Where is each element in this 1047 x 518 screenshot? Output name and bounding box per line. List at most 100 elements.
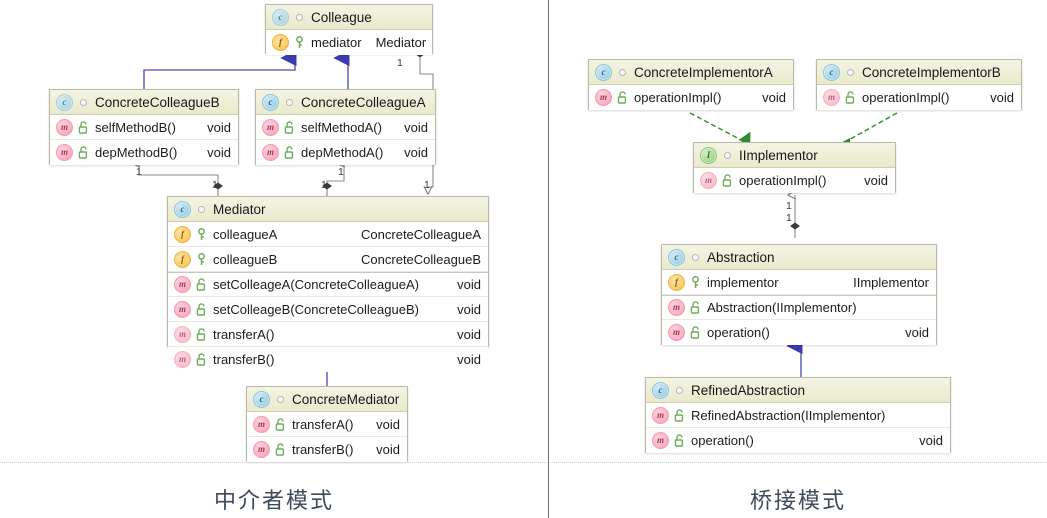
member-row[interactable]: m operationImpl() void	[817, 85, 1021, 110]
key-icon	[690, 275, 701, 289]
class-name: ConcreteImplementorA	[634, 64, 773, 80]
field-icon: f	[668, 273, 685, 291]
class-name: Abstraction	[707, 249, 775, 265]
member-name: selfMethodB()	[95, 119, 176, 135]
member-name: Abstraction(IImplementor)	[707, 300, 857, 315]
member-row[interactable]: m operationImpl() void	[589, 85, 793, 110]
member-row[interactable]: m setColleageB(ConcreteColleagueB) void	[168, 297, 488, 322]
member-row[interactable]: m Abstraction(IImplementor)	[662, 295, 936, 320]
class-header: c ConcreteColleagueA	[256, 90, 435, 115]
lock-open-icon	[690, 326, 701, 339]
member-name: colleagueA	[213, 226, 278, 242]
class-icon: c	[174, 200, 191, 218]
member-row[interactable]: m operation() void	[646, 428, 950, 453]
class-box-refined-abstraction[interactable]: c RefinedAbstraction m RefinedAbstractio…	[645, 377, 951, 453]
visibility-dot-icon	[847, 68, 854, 76]
class-box-abstraction[interactable]: c Abstraction f implementor IImplementor…	[661, 244, 937, 345]
lock-open-icon	[674, 408, 685, 422]
multiplicity-label: 1	[397, 57, 403, 69]
multiplicity-label: 1	[424, 179, 430, 191]
class-box-mediator[interactable]: c Mediator f colleagueA ConcreteColleagu…	[167, 196, 489, 372]
key-icon	[196, 227, 207, 241]
class-name: Colleague	[311, 9, 372, 25]
visibility-dot-icon	[296, 13, 303, 21]
field-icon: f	[174, 225, 191, 243]
method-icon: m	[652, 432, 669, 449]
class-header: c ConcreteMediator	[247, 387, 407, 412]
member-row[interactable]: m operation() void	[662, 320, 936, 345]
member-row[interactable]: f implementor IImplementor	[662, 270, 936, 295]
member-type: void	[457, 326, 481, 342]
lock-open-icon	[78, 120, 89, 134]
member-type: void	[376, 416, 400, 432]
member-row[interactable]: m transferA() void	[168, 322, 488, 347]
member-name: transferB()	[292, 442, 354, 457]
member-name: implementor	[707, 274, 779, 290]
member-row[interactable]: m operationImpl() void	[694, 168, 895, 193]
member-row[interactable]: f mediator Mediator	[266, 30, 432, 55]
class-header: c ConcreteColleagueB	[50, 90, 238, 115]
lock-open-icon	[275, 417, 286, 431]
lock-open-icon	[722, 174, 733, 187]
class-box-concrete-colleague-a[interactable]: c ConcreteColleagueA m selfMethodA() voi…	[255, 89, 436, 165]
member-row[interactable]: f colleagueA ConcreteColleagueA	[168, 222, 488, 247]
member-row[interactable]: f colleagueB ConcreteColleagueB	[168, 247, 488, 272]
member-type: void	[404, 119, 428, 135]
member-name: operationImpl()	[739, 173, 827, 188]
lock-open-icon	[617, 91, 628, 104]
member-row[interactable]: m transferB() void	[168, 347, 488, 372]
method-icon: m	[262, 144, 279, 161]
member-name: operation()	[707, 325, 770, 340]
class-box-concrete-implementor-a[interactable]: c ConcreteImplementorA m operationImpl()…	[588, 59, 794, 110]
method-icon: m	[56, 118, 73, 136]
member-row[interactable]: m selfMethodB() void	[50, 115, 238, 140]
multiplicity-label: 1	[338, 166, 344, 178]
member-type: void	[457, 301, 481, 317]
interface-name: IImplementor	[739, 147, 818, 163]
member-name: operationImpl()	[862, 90, 950, 105]
multiplicity-label: 1	[212, 179, 218, 191]
member-type: void	[990, 90, 1014, 105]
class-name: ConcreteMediator	[292, 391, 400, 407]
class-header: c Abstraction	[662, 245, 936, 270]
lock-open-icon	[845, 91, 856, 104]
multiplicity-label: 1	[786, 200, 792, 212]
member-row[interactable]: m transferB() void	[247, 437, 407, 462]
lock-open-icon	[196, 278, 207, 291]
member-row[interactable]: m RefinedAbstraction(IImplementor)	[646, 403, 950, 428]
interface-icon: I	[700, 146, 717, 164]
visibility-dot-icon	[80, 98, 87, 106]
field-icon: f	[174, 250, 191, 268]
visibility-dot-icon	[286, 98, 293, 106]
visibility-dot-icon	[692, 253, 699, 261]
member-row[interactable]: m depMethodA() void	[256, 140, 435, 165]
class-icon: c	[253, 390, 270, 408]
class-icon: c	[272, 8, 289, 26]
member-type: Mediator	[375, 35, 427, 50]
class-box-concrete-mediator[interactable]: c ConcreteMediator m transferA() void m …	[246, 386, 408, 462]
lock-open-icon	[78, 146, 89, 159]
class-box-concrete-implementor-b[interactable]: c ConcreteImplementorB m operationImpl()…	[816, 59, 1022, 110]
member-row[interactable]: m selfMethodA() void	[256, 115, 435, 140]
method-icon: m	[668, 324, 685, 341]
member-type: void	[376, 442, 400, 457]
member-row[interactable]: m depMethodB() void	[50, 140, 238, 165]
member-name: RefinedAbstraction(IImplementor)	[691, 407, 886, 423]
member-type: void	[457, 352, 481, 367]
method-icon: m	[174, 276, 191, 293]
method-icon: m	[174, 325, 191, 343]
method-icon: m	[668, 299, 685, 316]
method-icon: m	[56, 144, 73, 161]
class-box-iimplementor[interactable]: I IImplementor m operationImpl() void	[693, 142, 896, 193]
member-row[interactable]: m setColleageA(ConcreteColleagueA) void	[168, 272, 488, 297]
method-icon: m	[253, 415, 270, 433]
class-header: c Mediator	[168, 197, 488, 222]
class-icon: c	[823, 63, 840, 81]
class-box-concrete-colleague-b[interactable]: c ConcreteColleagueB m selfMethodB() voi…	[49, 89, 239, 165]
member-row[interactable]: m transferA() void	[247, 412, 407, 437]
method-icon: m	[174, 351, 191, 368]
method-icon: m	[823, 89, 840, 106]
member-name: transferA()	[213, 326, 275, 342]
member-name: depMethodB()	[95, 145, 178, 160]
class-box-colleague[interactable]: c Colleague f mediator Mediator	[265, 4, 433, 55]
